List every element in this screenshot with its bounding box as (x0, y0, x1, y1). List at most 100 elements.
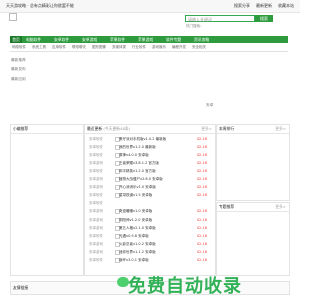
row-title[interactable]: 星穹铁道v1.5 安卓版 (119, 192, 152, 198)
row-category: 安卓软件 (89, 257, 103, 262)
row-title[interactable]: 阴阳师v1.2.0 安卓版 (119, 217, 152, 223)
search-button[interactable]: 搜索 (255, 15, 273, 22)
nav-pc-software[interactable]: 电脑软件 (26, 36, 41, 43)
search-input[interactable]: 请输入关键词 (185, 15, 255, 22)
row-category: 安卓游戏 (89, 241, 103, 246)
row-title[interactable]: 光遇v0.9.8 安卓版 (119, 233, 149, 239)
subnav-item[interactable]: 应用软件 (52, 44, 66, 51)
update-row[interactable]: 安卓软件 蛋仔派对手机版v1.0.2 最新版 02-16 (85, 136, 215, 142)
row-title[interactable]: 开心消消乐v1.0 安卓版 (119, 184, 156, 190)
row-date: 02-16 (196, 137, 207, 141)
nav-home[interactable]: 首页 (10, 36, 22, 43)
row-date: 02-16 (196, 241, 207, 246)
update-row[interactable]: 安卓软件 星穹铁道v1.5 安卓版 02-16 (85, 192, 215, 199)
subnav-item[interactable]: 系统工具 (32, 44, 46, 51)
row-date: 02-16 (196, 145, 207, 150)
more-link[interactable]: 更多> (201, 125, 212, 133)
row-category: 安卓软件 (89, 137, 103, 141)
panel-header: 专题推荐 更多> (217, 203, 289, 212)
update-row[interactable]: 安卓软件 崩坏v3.0.1 安卓版 02-16 (85, 257, 215, 263)
subnav-item[interactable]: 网络软件 (12, 44, 26, 51)
row-category: 安卓软件 (89, 153, 103, 158)
nav-android-software[interactable]: 安卓软件 (54, 36, 69, 43)
top-link-latest[interactable]: 最新更新 (256, 0, 272, 12)
row-category: 安卓软件 (89, 201, 103, 206)
update-row[interactable]: 安卓游戏 火影忍者v1.0.2 安卓版 02-16 (85, 241, 215, 247)
subnav-item[interactable]: 图形图像 (92, 44, 106, 51)
watermark-logo: 免费自动收录 (117, 272, 294, 297)
panel-header: 最近更新 (今天更新48条) 更多> (85, 125, 215, 134)
nav-topics[interactable]: 软件专题 (166, 36, 181, 43)
update-row[interactable]: 安卓游戏 迷你世界v1.1.2 安卓版 02-16 (85, 249, 215, 255)
panel-title: 本周排行 (219, 126, 235, 131)
ad-link-left[interactable]: 最新发布 (11, 67, 26, 72)
update-row[interactable]: 安卓软件 (85, 200, 215, 206)
cloud-icon (117, 277, 129, 287)
row-date: 02-16 (196, 257, 207, 262)
update-row[interactable]: 安卓游戏 奇迹暖暖v1.0 安卓版 02-16 (85, 208, 215, 215)
update-row[interactable]: 安卓软件 我的世界v1.2.0 最新版 02-16 (85, 144, 215, 151)
row-title[interactable]: 奇迹暖暖v1.0 安卓版 (119, 208, 152, 214)
update-row[interactable]: 安卓游戏 第五人格v2.1.0 安卓版 02-16 (85, 225, 215, 231)
top-bar: 天天游攻略 · 总有点精彩让你欲罢不能 搜索分享 最新更新 收藏本站 (0, 0, 300, 13)
update-row[interactable]: 安卓软件 和平精英v1.2.0 官方版 02-16 (85, 168, 215, 175)
row-category: 安卓游戏 (89, 161, 103, 166)
update-row[interactable]: 安卓游戏 开心消消乐v1.0 安卓版 02-16 (85, 184, 215, 191)
top-link-share[interactable]: 搜索分享 (234, 0, 250, 12)
row-category: 安卓软件 (89, 145, 103, 150)
row-date: 02-16 (196, 225, 207, 230)
nav-ios-games[interactable]: 苹果游戏 (138, 36, 153, 43)
site-logo[interactable] (9, 13, 17, 21)
ad-link-left[interactable]: 最新应用 (11, 77, 26, 82)
row-category: 安卓软件 (89, 169, 103, 174)
nav-android-games[interactable]: 安卓游戏 (82, 36, 97, 43)
more-link[interactable]: 更多> (275, 203, 286, 211)
row-title[interactable]: 植物大战僵尸v2.6.0 安卓版 (119, 176, 163, 182)
subnav-item[interactable]: 安全相关 (192, 44, 206, 51)
nav-news[interactable]: 资讯攻略 (194, 36, 209, 43)
site-slogan: 天天游攻略 · 总有点精彩让你欲罢不能 (6, 3, 74, 8)
row-category: 安卓游戏 (89, 177, 103, 182)
row-date: 02-16 (196, 185, 207, 190)
row-title[interactable]: 迷你世界v1.1.2 安卓版 (119, 249, 156, 255)
nav-ios-software[interactable]: 苹果软件 (110, 36, 125, 43)
more-link[interactable]: 更多> (275, 125, 286, 133)
subnav-item[interactable]: 多媒体类 (112, 44, 126, 51)
row-date: 02-16 (196, 161, 207, 166)
ad-link-left[interactable]: 最新推荐 (11, 58, 26, 63)
row-category: 安卓游戏 (89, 225, 103, 230)
update-row[interactable]: 安卓软件 光遇v0.9.8 安卓版 02-16 (85, 233, 215, 239)
update-row[interactable]: 安卓软件 原神v4.0.0 安卓版 02-16 (85, 152, 215, 159)
ad-link-right[interactable]: 安卓 (206, 103, 213, 108)
friend-links-title: 友情链接 (13, 285, 29, 290)
subnav-item[interactable]: 行业软件 (132, 44, 146, 51)
row-title[interactable]: 王者荣耀v3.8.1.2 官方版 (119, 160, 159, 166)
main-nav: 首页 电脑软件 安卓软件 安卓游戏 苹果软件 苹果游戏 软件专题 资讯攻略 (10, 36, 288, 43)
hot-search-label: 热门搜索： (186, 24, 204, 28)
row-title[interactable]: 火影忍者v1.0.2 安卓版 (119, 241, 156, 247)
row-date: 02-16 (196, 169, 207, 174)
update-row[interactable]: 安卓游戏 植物大战僵尸v2.6.0 安卓版 02-16 (85, 176, 215, 183)
panel-title: 专题推荐 (219, 204, 235, 209)
row-category: 安卓软件 (89, 193, 103, 198)
row-title[interactable]: 和平精英v1.2.0 官方版 (119, 168, 156, 174)
panel-title: 小编推荐 (13, 126, 29, 131)
subnav-item[interactable]: 游戏娱乐 (152, 44, 166, 51)
row-category: 安卓游戏 (89, 209, 103, 214)
row-category: 安卓游戏 (89, 185, 103, 190)
editor-recommend-panel: 小编推荐 (10, 124, 84, 276)
update-row[interactable]: 安卓游戏 阴阳师v1.2.0 安卓版 02-16 (85, 217, 215, 223)
row-date: 02-16 (196, 233, 207, 238)
subnav-item[interactable]: 编程开发 (172, 44, 186, 51)
row-date: 02-16 (196, 153, 207, 158)
row-title[interactable]: 蛋仔派对手机版v1.0.2 最新版 (119, 136, 166, 142)
row-title[interactable]: 原神v4.0.0 安卓版 (119, 152, 149, 158)
subnav-item[interactable]: 联络聊天 (72, 44, 86, 51)
row-title[interactable]: 我的世界v1.2.0 最新版 (119, 144, 156, 150)
row-title[interactable]: 第五人格v2.1.0 安卓版 (119, 225, 156, 231)
panel-header: 小编推荐 (11, 125, 83, 134)
row-date: 02-16 (196, 217, 207, 222)
top-link-favorite[interactable]: 收藏本站 (278, 0, 294, 12)
row-title[interactable]: 崩坏v3.0.1 安卓版 (119, 257, 149, 263)
update-row[interactable]: 安卓游戏 王者荣耀v3.8.1.2 官方版 02-16 (85, 160, 215, 167)
